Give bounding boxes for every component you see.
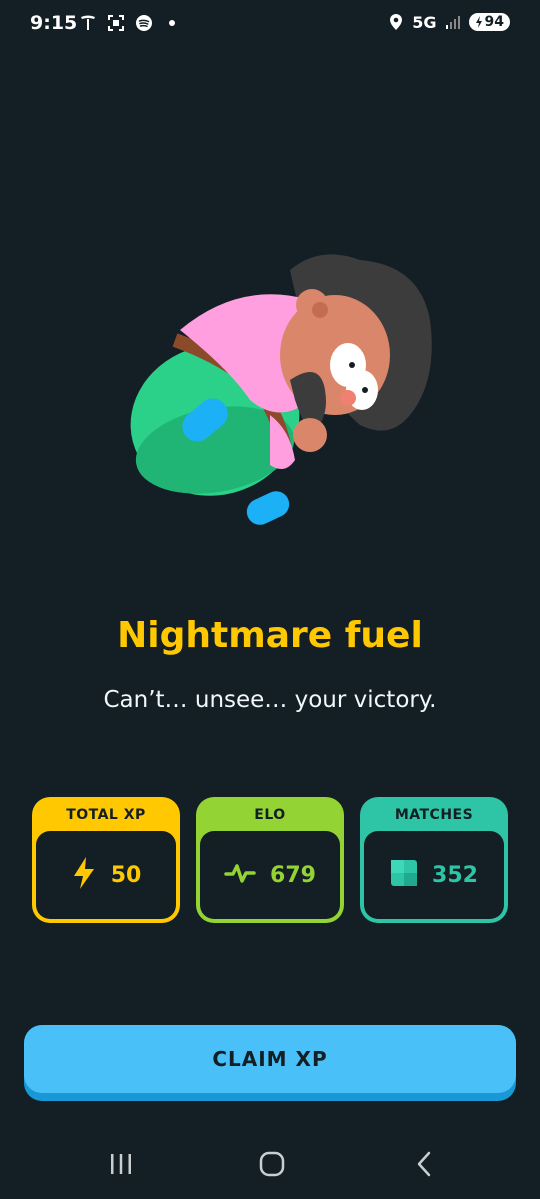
- stat-value: 352: [432, 862, 478, 888]
- stat-body: 679: [200, 831, 340, 919]
- pulse-icon: [224, 861, 256, 889]
- lightning-icon: [71, 856, 97, 894]
- claim-xp-button[interactable]: CLAIM XP: [24, 1025, 516, 1101]
- system-nav-bar: [0, 1130, 540, 1199]
- dot-icon: [162, 13, 182, 33]
- stat-value: 679: [270, 862, 316, 888]
- character-illustration: [120, 240, 440, 540]
- location-icon: [386, 12, 406, 32]
- stat-label: TOTAL XP: [66, 807, 146, 823]
- result-subtitle: Can’t… unsee… your victory.: [103, 687, 437, 713]
- stat-label: ELO: [254, 807, 286, 823]
- stat-label: MATCHES: [394, 807, 474, 823]
- back-icon[interactable]: [404, 1144, 444, 1184]
- stat-card-matches: MATCHES 352: [360, 797, 508, 923]
- battery-icon: 94: [468, 13, 510, 31]
- stat-card-elo: ELO 679: [196, 797, 344, 923]
- status-time: 9:15: [30, 12, 78, 34]
- stat-value: 50: [110, 862, 142, 888]
- status-icons-left: [78, 13, 182, 33]
- network-label: 5G: [412, 12, 437, 32]
- stat-body: 50: [36, 831, 176, 919]
- stat-body: 352: [364, 831, 504, 919]
- stat-card-total-xp: TOTAL XP 50: [32, 797, 180, 923]
- claim-xp-label: CLAIM XP: [24, 1025, 516, 1093]
- home-icon[interactable]: [252, 1144, 292, 1184]
- square-icon: [390, 859, 418, 891]
- result-title: Nightmare fuel: [117, 615, 423, 656]
- status-icons-right: 5G 94: [386, 12, 510, 32]
- signal-icon: [443, 12, 463, 32]
- screenshot-icon: [106, 13, 126, 33]
- battery-level: 94: [484, 14, 504, 30]
- recent-apps-icon[interactable]: [101, 1144, 141, 1184]
- spotify-icon: [134, 13, 154, 33]
- tesla-icon: [78, 13, 98, 33]
- status-bar: 9:15 5G 94: [0, 0, 540, 50]
